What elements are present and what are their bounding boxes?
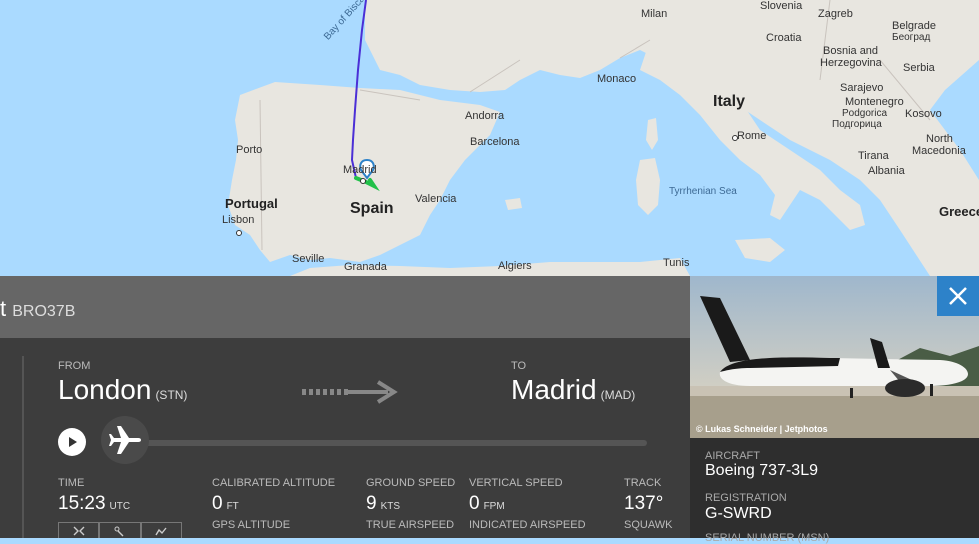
label-italy: Italy bbox=[713, 93, 746, 110]
collapse-button[interactable] bbox=[58, 522, 100, 538]
ground-speed-value: 9 KTS bbox=[366, 493, 401, 514]
route-icon bbox=[114, 526, 124, 536]
close-icon bbox=[949, 287, 967, 305]
aircraft-photo[interactable]: © Lukas Schneider | Jetphotos bbox=[690, 276, 979, 438]
destination-code: (MAD) bbox=[600, 388, 636, 402]
collapse-icon bbox=[73, 526, 85, 535]
registration-label: REGISTRATION bbox=[705, 492, 787, 504]
time-value: 15:23 UTC bbox=[58, 493, 131, 514]
label-rome: Rome bbox=[737, 130, 767, 142]
vertical-speed-value: 0 FPM bbox=[469, 493, 505, 514]
calibrated-altitude-label: CALIBRATED ALTITUDE bbox=[212, 477, 336, 489]
label-valencia: Valencia bbox=[415, 193, 457, 205]
label-sarajevo: Sarajevo bbox=[840, 82, 884, 94]
flight-title: t BRO37B bbox=[0, 296, 76, 321]
time-label: TIME bbox=[58, 477, 85, 489]
label-tyrrhenian-sea: Tyrrhenian Sea bbox=[669, 186, 737, 197]
label-croatia: Croatia bbox=[766, 32, 802, 44]
gps-altitude-label: GPS ALTITUDE bbox=[212, 519, 291, 531]
airplane-icon bbox=[109, 426, 141, 454]
flight-progress-track[interactable] bbox=[130, 440, 647, 446]
label-slovenia: Slovenia bbox=[760, 0, 803, 12]
to-label: TO bbox=[511, 360, 527, 372]
from-label: FROM bbox=[58, 360, 91, 372]
label-monaco: Monaco bbox=[597, 73, 637, 85]
label-podgorica-cyr: Подгорица bbox=[832, 119, 882, 130]
label-lisbon: Lisbon bbox=[222, 214, 255, 226]
label-beograd: Београд bbox=[892, 32, 931, 43]
callsign: BRO37B bbox=[12, 303, 76, 320]
graph-button[interactable] bbox=[140, 522, 182, 538]
squawk-label: SQUAWK bbox=[624, 519, 673, 531]
label-herzegovina: Herzegovina bbox=[820, 57, 882, 69]
label-spain: Spain bbox=[350, 200, 394, 217]
label-porto: Porto bbox=[236, 144, 263, 156]
city-dot-madrid bbox=[360, 178, 366, 184]
origin-code: (STN) bbox=[155, 388, 188, 402]
track-label: TRACK bbox=[624, 477, 662, 489]
label-podgorica: Podgorica bbox=[842, 108, 888, 119]
serial-number-label: SERIAL NUMBER (MSN) bbox=[705, 532, 830, 544]
aircraft-label: AIRCRAFT bbox=[705, 450, 760, 462]
label-kosovo: Kosovo bbox=[905, 108, 942, 120]
flight-header: t BRO37B bbox=[0, 276, 690, 338]
label-greece: Greece bbox=[939, 204, 979, 219]
label-north-macedonia-2: Macedonia bbox=[912, 145, 966, 157]
label-milan: Milan bbox=[641, 8, 668, 20]
label-belgrade: Belgrade bbox=[892, 20, 937, 32]
track-value: 137° bbox=[624, 493, 664, 514]
indicated-airspeed-label: INDICATED AIRSPEED bbox=[469, 519, 586, 531]
origin-city: London (STN) bbox=[58, 374, 187, 406]
label-north-macedonia-1: North bbox=[926, 133, 953, 145]
calibrated-altitude-value: 0 FT bbox=[212, 493, 239, 514]
playback-button[interactable] bbox=[58, 428, 86, 456]
label-serbia: Serbia bbox=[903, 62, 935, 74]
label-tunis: Tunis bbox=[663, 257, 690, 269]
registration-value: G-SWRD bbox=[705, 505, 772, 522]
label-tirana: Tirana bbox=[858, 150, 889, 162]
city-dot-rome bbox=[732, 135, 738, 141]
aircraft-photo-image bbox=[690, 276, 979, 438]
label-seville: Seville bbox=[292, 253, 325, 265]
ground-speed-label: GROUND SPEED bbox=[366, 477, 456, 489]
origin-city-name: London bbox=[58, 374, 152, 405]
flight-map[interactable]: Slovenia Zagreb Belgrade Београд Milan C… bbox=[0, 0, 979, 276]
label-granada: Granada bbox=[344, 261, 387, 273]
true-airspeed-label: TRUE AIRSPEED bbox=[366, 519, 455, 531]
panel-divider bbox=[22, 356, 24, 538]
label-portugal: Portugal bbox=[225, 196, 278, 211]
route-button[interactable] bbox=[99, 522, 141, 538]
label-algiers: Algiers bbox=[498, 260, 532, 272]
destination-city: Madrid (MAD) bbox=[511, 374, 635, 406]
vertical-speed-label: VERTICAL SPEED bbox=[469, 477, 563, 489]
flight-details-panel: t BRO37B FROM London (STN) TO Madrid (MAD)… bbox=[0, 276, 690, 538]
label-madrid: Madrid bbox=[343, 164, 377, 176]
panel-toolbar bbox=[58, 522, 182, 538]
close-button[interactable] bbox=[937, 276, 979, 316]
label-andorra: Andorra bbox=[465, 110, 505, 122]
label-bosnia: Bosnia and bbox=[823, 45, 879, 57]
label-montenegro: Montenegro bbox=[845, 96, 904, 108]
graph-icon bbox=[155, 527, 167, 535]
label-barcelona: Barcelona bbox=[470, 136, 520, 148]
flight-progress-handle[interactable] bbox=[101, 416, 149, 464]
label-albania: Albania bbox=[868, 165, 905, 177]
play-icon bbox=[69, 437, 77, 447]
destination-city-name: Madrid bbox=[511, 374, 597, 405]
aircraft-info-panel: © Lukas Schneider | Jetphotos AIRCRAFT B… bbox=[690, 276, 979, 544]
label-zagreb: Zagreb bbox=[818, 8, 853, 20]
aircraft-value: Boeing 737-3L9 bbox=[705, 462, 818, 479]
photo-credit[interactable]: © Lukas Schneider | Jetphotos bbox=[696, 424, 828, 434]
route-arrow-icon bbox=[302, 380, 398, 404]
city-dot-lisbon bbox=[236, 230, 242, 236]
